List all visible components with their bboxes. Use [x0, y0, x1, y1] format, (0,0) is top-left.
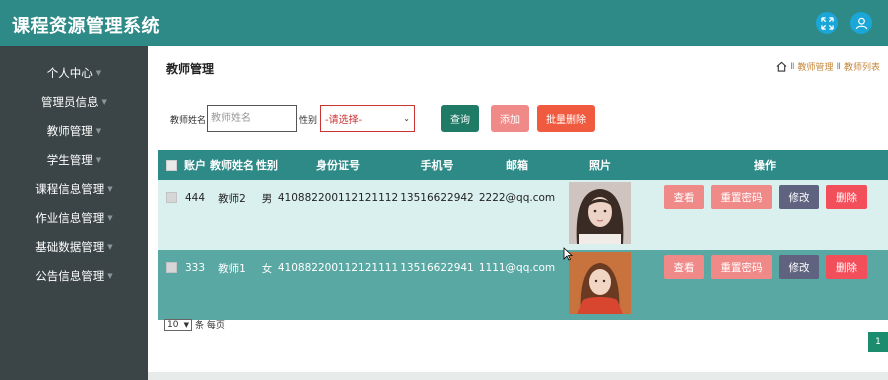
- sidebar-item-teacher-management[interactable]: 教师管理 ▼: [0, 117, 148, 145]
- column-header-email: 邮箱: [506, 159, 528, 172]
- sidebar-item-label: 公告信息管理: [35, 269, 105, 283]
- caret-down-icon: ▼: [101, 98, 107, 106]
- sidebar-item-label: 学生管理: [46, 153, 93, 167]
- home-icon[interactable]: [776, 61, 787, 72]
- cell-gender: 男: [261, 192, 273, 205]
- column-header-gender: 性别: [256, 159, 278, 172]
- sidebar-item-label: 作业信息管理: [35, 211, 105, 225]
- row-checkbox[interactable]: [166, 192, 177, 203]
- fullscreen-icon: [820, 16, 834, 30]
- teacher-name-input[interactable]: [207, 105, 297, 132]
- sidebar-item-label: 基础数据管理: [35, 240, 105, 254]
- edit-button[interactable]: 修改: [779, 255, 819, 279]
- reset-password-button[interactable]: 重置密码: [711, 185, 772, 209]
- table-row: 444 教师2 男 410882200112121112 13516622942…: [158, 180, 888, 250]
- delete-button[interactable]: 删除: [826, 255, 867, 279]
- column-header-actions: 操作: [754, 159, 776, 172]
- sidebar-item-label: 教师管理: [46, 124, 93, 138]
- teacher-photo: [569, 252, 631, 314]
- breadcrumb: Ⅱ 教师管理 Ⅱ 教师列表: [776, 60, 880, 73]
- table-row: 333 教师1 女 410882200112121111 13516622941…: [158, 250, 888, 320]
- cell-name: 教师2: [218, 192, 246, 205]
- column-header-phone: 手机号: [420, 159, 454, 172]
- sidebar-item-announcement[interactable]: 公告信息管理 ▼: [0, 262, 148, 290]
- view-button[interactable]: 查看: [664, 185, 704, 209]
- caret-down-icon: ▼: [95, 69, 102, 77]
- fullscreen-button[interactable]: [816, 12, 838, 34]
- page-size-control: 10 ▼ 条 每页: [164, 318, 225, 331]
- caret-down-icon: ▼: [107, 214, 113, 222]
- per-page-label: 条 每页: [195, 321, 225, 331]
- gender-select-value: -请选择-: [325, 115, 363, 126]
- cell-name: 教师1: [218, 262, 246, 275]
- column-header-account: 账户: [184, 159, 206, 172]
- breadcrumb-teacher-list[interactable]: 教师列表: [844, 60, 880, 73]
- table-header: 账户 教师姓名 性别 身份证号 手机号 邮箱 照片 操作: [158, 150, 888, 180]
- page-number-button[interactable]: 1: [868, 332, 888, 352]
- sidebar-item-basic-data[interactable]: 基础数据管理 ▼: [0, 233, 148, 261]
- delete-button[interactable]: 删除: [826, 185, 867, 209]
- column-header-photo: 照片: [589, 159, 611, 172]
- sidebar-item-homework-management[interactable]: 作业信息管理 ▼: [0, 204, 148, 232]
- cell-email: 2222@qq.com: [478, 192, 556, 204]
- gender-label: 性别: [299, 116, 318, 126]
- query-button[interactable]: 查询: [441, 105, 479, 132]
- sidebar-item-student-management[interactable]: 学生管理 ▼: [0, 146, 148, 174]
- edit-button[interactable]: 修改: [779, 185, 819, 209]
- chevron-down-icon: ▼: [183, 320, 189, 329]
- caret-down-icon: ▼: [95, 127, 102, 135]
- caret-down-icon: ▼: [107, 185, 113, 193]
- breadcrumb-separator: Ⅱ: [836, 61, 841, 72]
- gender-select[interactable]: -请选择- ⌄: [320, 105, 415, 132]
- teacher-photo: [569, 182, 631, 244]
- user-icon: [855, 17, 867, 29]
- sidebar: 个人中心 ▼ 管理员信息 ▼ 教师管理 ▼ 学生管理 ▼ 课程信息管理 ▼ 作业信息管理 ▼…: [0, 46, 148, 380]
- cell-id-card: 410882200112121112: [277, 192, 399, 204]
- cell-account: 333: [184, 262, 206, 274]
- breadcrumb-teacher-management[interactable]: 教师管理: [798, 60, 834, 73]
- batch-delete-button[interactable]: 批量删除: [537, 105, 595, 132]
- cell-phone: 13516622942: [400, 192, 474, 204]
- user-button[interactable]: [850, 12, 872, 34]
- breadcrumb-separator: Ⅱ: [790, 61, 795, 72]
- mouse-cursor-icon: [563, 247, 573, 261]
- sidebar-item-label: 课程信息管理: [35, 182, 105, 196]
- sidebar-item-admin-info[interactable]: 管理员信息 ▼: [0, 88, 148, 116]
- sidebar-item-personal-center[interactable]: 个人中心 ▼: [0, 59, 148, 87]
- reset-password-button[interactable]: 重置密码: [711, 255, 772, 279]
- caret-down-icon: ▼: [107, 272, 113, 280]
- sidebar-item-label: 管理员信息: [41, 95, 99, 109]
- cell-email: 1111@qq.com: [478, 262, 556, 274]
- page-size-select[interactable]: 10 ▼: [164, 318, 192, 331]
- page-size-value: 10: [167, 319, 179, 330]
- row-checkbox[interactable]: [166, 262, 177, 273]
- view-button[interactable]: 查看: [664, 255, 704, 279]
- column-header-id-card: 身份证号: [316, 159, 360, 172]
- app-title: 课程资源管理系统: [12, 16, 160, 37]
- chevron-down-icon: ⌄: [403, 114, 410, 123]
- page-title: 教师管理: [166, 62, 215, 76]
- teacher-name-label: 教师姓名: [170, 116, 207, 126]
- column-header-name: 教师姓名: [210, 159, 254, 172]
- cell-gender: 女: [261, 262, 273, 275]
- cell-id-card: 410882200112121111: [277, 262, 399, 274]
- footer-strip: [148, 372, 888, 380]
- cell-phone: 13516622941: [400, 262, 474, 274]
- select-all-checkbox[interactable]: [166, 160, 177, 171]
- caret-down-icon: ▼: [95, 156, 102, 164]
- add-button[interactable]: 添加: [491, 105, 529, 132]
- sidebar-item-course-management[interactable]: 课程信息管理 ▼: [0, 175, 148, 203]
- main-content: 教师管理 Ⅱ 教师管理 Ⅱ 教师列表 教师姓名 性别 -请选择- ⌄ 查询 添加…: [148, 46, 888, 380]
- caret-down-icon: ▼: [107, 243, 113, 251]
- top-bar: 课程资源管理系统: [0, 0, 888, 46]
- cell-account: 444: [184, 192, 206, 204]
- sidebar-item-label: 个人中心: [46, 66, 93, 80]
